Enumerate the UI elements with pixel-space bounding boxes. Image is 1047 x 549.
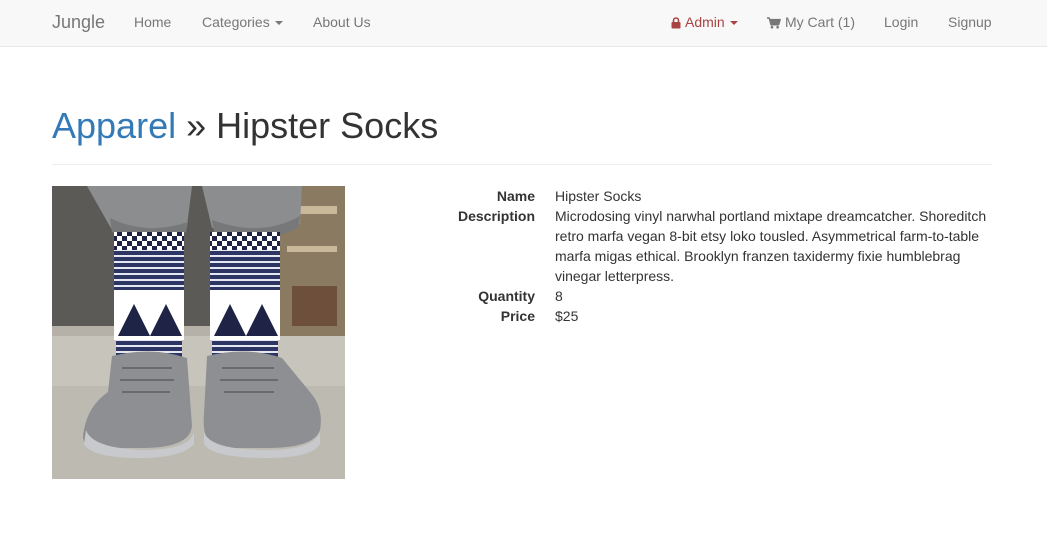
page-title: Apparel » Hipster Socks bbox=[52, 104, 992, 148]
quantity-value: 8 bbox=[555, 288, 563, 304]
detail-row-description: Description Microdosing vinyl narwhal po… bbox=[400, 206, 992, 286]
nav-admin-label: Admin bbox=[685, 14, 725, 30]
name-value: Hipster Socks bbox=[555, 188, 642, 204]
name-label: Name bbox=[496, 188, 535, 204]
nav-admin-dropdown[interactable]: Admin bbox=[671, 0, 738, 46]
brand-link[interactable]: Jungle bbox=[52, 0, 105, 46]
nav-login-link[interactable]: Login bbox=[884, 0, 918, 46]
price-label: Price bbox=[500, 308, 535, 324]
description-value: Microdosing vinyl narwhal portland mixta… bbox=[555, 208, 987, 284]
product-details: Name Hipster Socks Description Microdosi… bbox=[400, 186, 992, 326]
breadcrumb-separator: » bbox=[176, 105, 217, 146]
nav-home-link[interactable]: Home bbox=[134, 0, 171, 46]
nav-about-link[interactable]: About Us bbox=[313, 0, 371, 46]
description-label: Description bbox=[457, 208, 535, 224]
nav-cart-link[interactable]: My Cart (1) bbox=[767, 0, 855, 46]
detail-row-quantity: Quantity 8 bbox=[400, 286, 992, 306]
detail-row-name: Name Hipster Socks bbox=[400, 186, 992, 206]
nav-cart-label: My Cart (1) bbox=[785, 14, 855, 30]
caret-down-icon bbox=[274, 21, 283, 26]
top-navbar: Jungle Home Categories About Us Admin My… bbox=[0, 0, 1047, 47]
nav-categories-dropdown[interactable]: Categories bbox=[202, 0, 283, 46]
quantity-label: Quantity bbox=[478, 288, 535, 304]
lock-icon bbox=[671, 17, 681, 29]
nav-signup-link[interactable]: Signup bbox=[948, 0, 992, 46]
shopping-cart-icon bbox=[767, 17, 781, 29]
category-breadcrumb-link[interactable]: Apparel bbox=[52, 105, 176, 146]
nav-categories-label: Categories bbox=[202, 14, 270, 30]
caret-down-icon bbox=[729, 21, 738, 26]
page-header: Apparel » Hipster Socks bbox=[52, 104, 992, 165]
product-title: Hipster Socks bbox=[216, 105, 439, 146]
price-value: $25 bbox=[555, 308, 579, 324]
product-image bbox=[52, 186, 345, 479]
detail-row-price: Price $25 bbox=[400, 306, 992, 326]
